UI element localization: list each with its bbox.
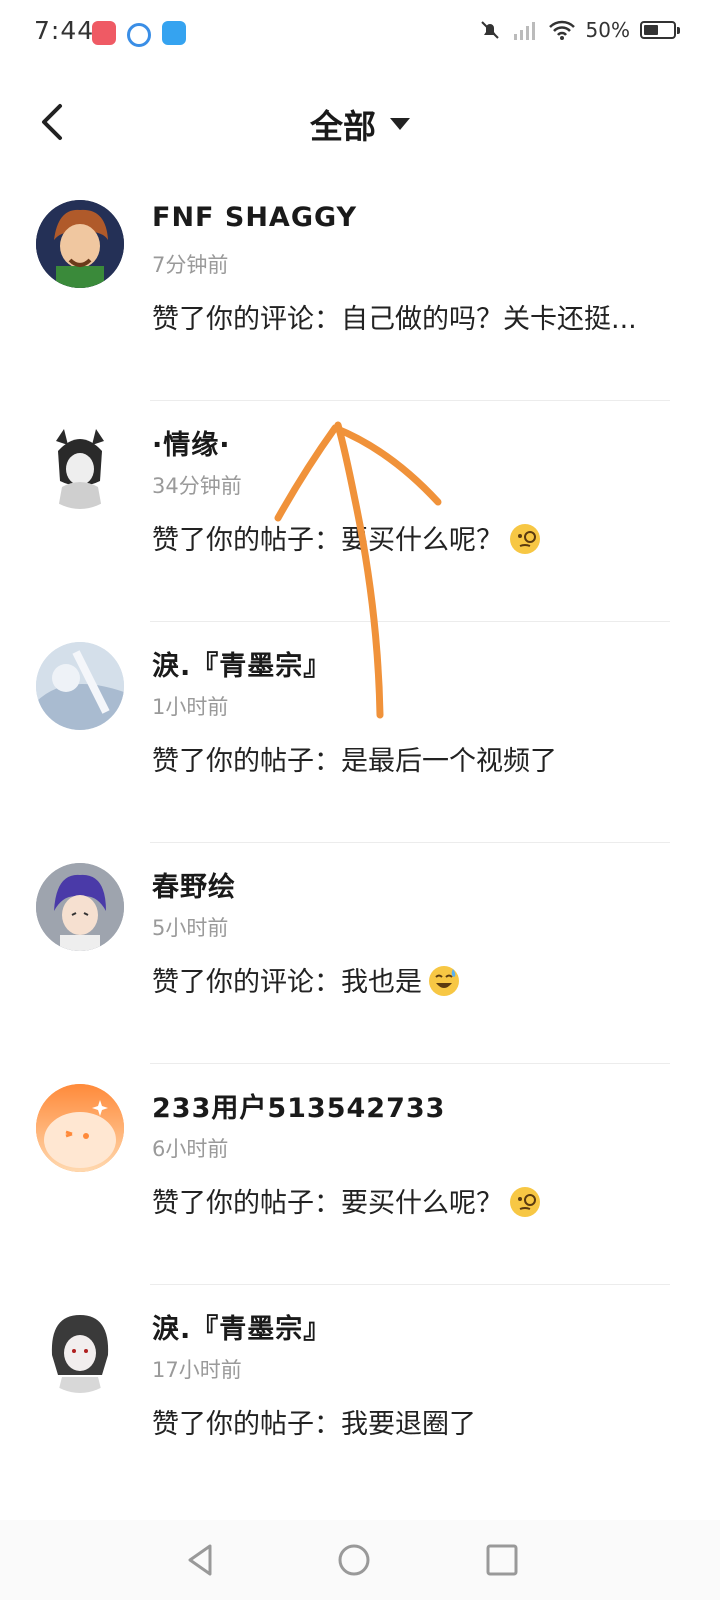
message: 赞了你的帖子：要买什么呢？ (152, 525, 503, 556)
mute-bell-icon (480, 21, 499, 39)
avatar[interactable] (36, 421, 124, 509)
cloud-app-icon (162, 21, 186, 45)
avatar[interactable] (36, 863, 124, 951)
message: 赞了你的帖子：是最后一个视频了 (152, 746, 557, 777)
timestamp: 5小时前 (152, 916, 229, 940)
user-name: 春野绘 (152, 872, 236, 903)
wifi-icon (548, 20, 575, 40)
status-time: 7:44 (34, 16, 95, 45)
notification-list: FNF SHAGGY 7分钟前 赞了你的评论：自己做的吗？关卡还挺... ·情缘… (0, 180, 720, 1506)
monocle-face-emoji (510, 1187, 540, 1217)
list-item[interactable]: 春野绘 5小时前 赞了你的评论：我也是 (0, 843, 720, 1064)
filter-dropdown[interactable]: 全部 (0, 100, 720, 148)
dropdown-caret-icon (390, 118, 410, 130)
signal-icon (513, 22, 535, 40)
user-name: 淚.『青墨宗』 (152, 651, 332, 682)
nav-home-icon[interactable] (332, 1538, 376, 1582)
list-item[interactable]: 淚.『青墨宗』 1小时前 赞了你的帖子：是最后一个视频了 (0, 622, 720, 843)
timestamp: 6小时前 (152, 1137, 229, 1161)
monocle-face-emoji (510, 524, 540, 554)
grinning-sweat-emoji (429, 966, 459, 996)
user-name: 233用户513542733 (152, 1093, 446, 1124)
avatar[interactable] (36, 1305, 124, 1393)
timestamp: 34分钟前 (152, 474, 242, 498)
message: 赞了你的帖子：我要退圈了 (152, 1409, 476, 1440)
avatar[interactable] (36, 642, 124, 730)
page-title: 全部 (310, 107, 376, 146)
compass-app-icon (127, 23, 151, 47)
user-name: FNF SHAGGY (152, 202, 358, 233)
header: 全部 (0, 80, 720, 170)
list-item[interactable]: 233用户513542733 6小时前 赞了你的帖子：要买什么呢？ (0, 1064, 720, 1285)
message-row: 赞了你的评论：我也是 (152, 963, 660, 1003)
message: 赞了你的评论：自己做的吗？关卡还挺... (152, 304, 637, 335)
message-row: 赞了你的帖子：要买什么呢？ (152, 1184, 660, 1224)
timestamp: 7分钟前 (152, 253, 229, 277)
timestamp: 1小时前 (152, 695, 229, 719)
user-name: 淚.『青墨宗』 (152, 1314, 332, 1345)
nav-back-icon[interactable] (180, 1538, 224, 1582)
nav-recents-icon[interactable] (480, 1538, 524, 1582)
list-item[interactable]: FNF SHAGGY 7分钟前 赞了你的评论：自己做的吗？关卡还挺... (0, 180, 720, 401)
timestamp: 17小时前 (152, 1358, 242, 1382)
user-name: ·情缘· (152, 430, 231, 461)
shopping-app-icon (92, 21, 116, 45)
list-item[interactable]: 淚.『青墨宗』 17小时前 赞了你的帖子：我要退圈了 (0, 1285, 720, 1506)
status-indicators: 50% (478, 18, 680, 42)
status-bar: 7:44 50% (0, 0, 720, 70)
list-item[interactable]: ·情缘· 34分钟前 赞了你的帖子：要买什么呢？ (0, 401, 720, 622)
message-row: 赞了你的帖子：要买什么呢？ (152, 521, 660, 561)
avatar[interactable] (36, 200, 124, 288)
avatar[interactable] (36, 1084, 124, 1172)
system-nav-bar (0, 1520, 720, 1600)
battery-percent: 50% (585, 18, 630, 42)
message: 赞了你的评论：我也是 (152, 967, 422, 998)
battery-icon (640, 21, 680, 39)
message: 赞了你的帖子：要买什么呢？ (152, 1188, 503, 1219)
